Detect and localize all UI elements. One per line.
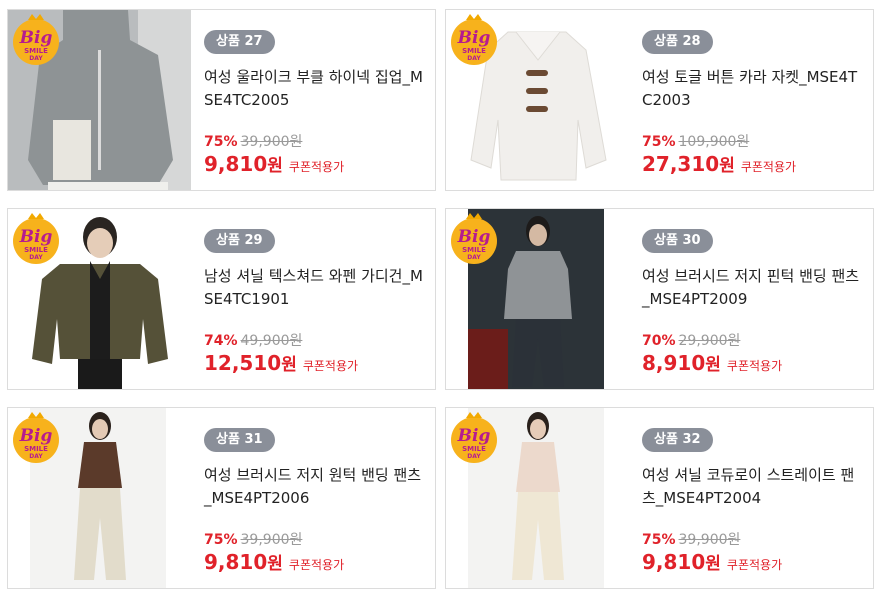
product-number-badge: 상품 29 — [204, 229, 275, 253]
svg-text:Big: Big — [457, 28, 491, 48]
original-price: 109,900원 — [678, 134, 750, 150]
svg-text:DAY: DAY — [29, 453, 43, 460]
coupon-price-label: 쿠폰적용가 — [288, 558, 345, 572]
svg-text:SMILE: SMILE — [462, 445, 486, 453]
discount-rate: 70% — [642, 333, 676, 349]
discount-rate: 75% — [204, 532, 238, 548]
product-card-32[interactable]: Big SMILE DAY 상품 32 여성 셔닐 코듀로이 스트레이트 팬츠_… — [445, 407, 874, 589]
svg-text:Big: Big — [19, 426, 53, 446]
svg-text:SMILE: SMILE — [462, 47, 486, 55]
original-price: 49,900원 — [240, 333, 303, 349]
product-number-badge: 상품 32 — [642, 428, 713, 452]
currency-label: 원 — [719, 156, 735, 176]
svg-text:SMILE: SMILE — [24, 246, 48, 254]
product-title[interactable]: 남성 셔닐 텍스쳐드 와펜 가디건_MSE4TC1901 — [204, 265, 424, 311]
currency-label: 원 — [267, 156, 283, 176]
svg-text:SMILE: SMILE — [462, 246, 486, 254]
product-title[interactable]: 여성 울라이크 부클 하이넥 집업_MSE4TC2005 — [204, 66, 424, 112]
product-card-28[interactable]: Big SMILE DAY 상품 28 여성 토글 버튼 카라 자켓_MSE4T… — [445, 9, 874, 191]
product-image[interactable]: Big SMILE DAY — [8, 10, 191, 190]
product-image[interactable]: Big SMILE DAY — [446, 10, 629, 190]
sale-price: 9,810 — [204, 550, 268, 574]
svg-text:DAY: DAY — [467, 453, 481, 460]
product-card-27[interactable]: Big SMILE DAY 상품 27 여성 울라이크 부클 하이넥 집업_MS… — [7, 9, 436, 191]
coupon-price-label: 쿠폰적용가 — [302, 359, 359, 373]
currency-label: 원 — [281, 355, 297, 375]
original-price: 29,900원 — [678, 333, 741, 349]
svg-text:Big: Big — [19, 28, 53, 48]
sale-price: 27,310 — [642, 152, 720, 176]
sale-price: 8,910 — [642, 351, 706, 375]
svg-text:DAY: DAY — [467, 254, 481, 261]
discount-rate: 75% — [642, 134, 676, 150]
svg-text:SMILE: SMILE — [24, 47, 48, 55]
coupon-price-label: 쿠폰적용가 — [740, 160, 797, 174]
discount-rate: 75% — [204, 134, 238, 150]
product-image[interactable]: Big SMILE DAY — [8, 408, 191, 588]
product-number-badge: 상품 27 — [204, 30, 275, 54]
big-smile-day-badge-icon: Big SMILE DAY — [451, 14, 497, 65]
coupon-price-label: 쿠폰적용가 — [726, 359, 783, 373]
product-title[interactable]: 여성 브러시드 저지 핀턱 밴딩 팬츠_MSE4PT2009 — [642, 265, 862, 311]
product-title[interactable]: 여성 브러시드 저지 원턱 밴딩 팬츠_MSE4PT2006 — [204, 464, 424, 510]
svg-text:Big: Big — [457, 227, 491, 247]
svg-text:DAY: DAY — [29, 55, 43, 62]
original-price: 39,900원 — [678, 532, 741, 548]
product-image[interactable]: Big SMILE DAY — [446, 408, 629, 588]
product-number-badge: 상품 28 — [642, 30, 713, 54]
product-number-badge: 상품 30 — [642, 229, 713, 253]
svg-text:SMILE: SMILE — [24, 445, 48, 453]
svg-text:Big: Big — [19, 227, 53, 247]
original-price: 39,900원 — [240, 134, 303, 150]
product-card-31[interactable]: Big SMILE DAY 상품 31 여성 브러시드 저지 원턱 밴딩 팬츠_… — [7, 407, 436, 589]
coupon-price-label: 쿠폰적용가 — [288, 160, 345, 174]
coupon-price-label: 쿠폰적용가 — [726, 558, 783, 572]
big-smile-day-badge-icon: Big SMILE DAY — [451, 213, 497, 264]
currency-label: 원 — [267, 554, 283, 574]
svg-text:Big: Big — [457, 426, 491, 446]
sale-price: 9,810 — [204, 152, 268, 176]
big-smile-day-badge-icon: Big SMILE DAY — [451, 412, 497, 463]
product-image[interactable]: Big SMILE DAY — [8, 209, 191, 389]
product-title[interactable]: 여성 토글 버튼 카라 자켓_MSE4TC2003 — [642, 66, 862, 112]
product-card-30[interactable]: Big SMILE DAY 상품 30 여성 브러시드 저지 핀턱 밴딩 팬츠_… — [445, 208, 874, 390]
product-image[interactable]: Big SMILE DAY — [446, 209, 629, 389]
original-price: 39,900원 — [240, 532, 303, 548]
big-smile-day-badge-icon: Big SMILE DAY — [13, 213, 59, 264]
sale-price: 12,510 — [204, 351, 282, 375]
currency-label: 원 — [705, 355, 721, 375]
svg-text:DAY: DAY — [29, 254, 43, 261]
discount-rate: 75% — [642, 532, 676, 548]
big-smile-day-badge-icon: Big SMILE DAY — [13, 412, 59, 463]
svg-text:DAY: DAY — [467, 55, 481, 62]
product-card-29[interactable]: Big SMILE DAY 상품 29 남성 셔닐 텍스쳐드 와펜 가디건_MS… — [7, 208, 436, 390]
product-number-badge: 상품 31 — [204, 428, 275, 452]
currency-label: 원 — [705, 554, 721, 574]
sale-price: 9,810 — [642, 550, 706, 574]
big-smile-day-badge-icon: Big SMILE DAY — [13, 14, 59, 65]
product-title[interactable]: 여성 셔닐 코듀로이 스트레이트 팬츠_MSE4PT2004 — [642, 464, 862, 510]
discount-rate: 74% — [204, 333, 238, 349]
